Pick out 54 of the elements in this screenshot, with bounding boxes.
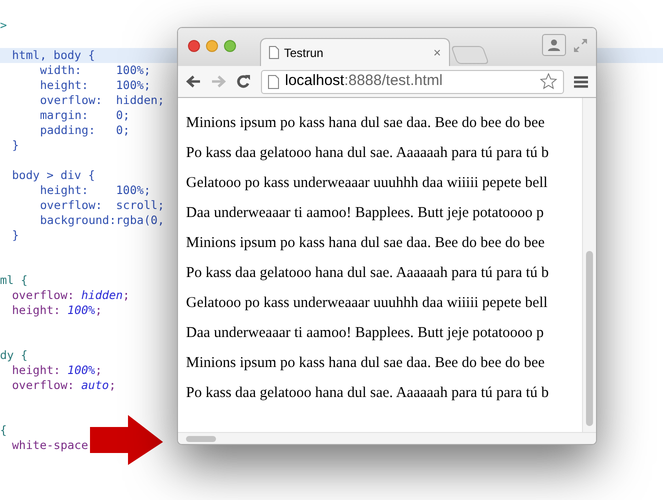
code-text: background:rgba(0,: [40, 213, 164, 228]
new-tab-button[interactable]: [450, 46, 490, 64]
code-text: overflow: hidden;: [40, 93, 164, 108]
code-text: padding: 0;: [40, 123, 130, 138]
code-text: margin: 0;: [40, 108, 130, 123]
address-bar[interactable]: localhost:8888/test.html: [261, 70, 564, 94]
code-text: height: 100%;: [40, 183, 151, 198]
page-icon: [269, 46, 279, 59]
reload-icon[interactable]: [236, 74, 251, 89]
code-text: >: [0, 18, 7, 33]
arrow-icon: [90, 415, 164, 466]
code-text: {: [0, 423, 7, 438]
code-text: width: 100%;: [40, 63, 151, 78]
code-text: ml {: [0, 273, 28, 288]
tab-title: Testrun: [284, 44, 324, 62]
paragraph: Daa underweaaar ti aamoo! Bapplees. Butt jeje potatoooo p: [186, 324, 544, 343]
code-text: height: 100%;: [40, 78, 151, 93]
code-text: overflow: auto;: [12, 378, 116, 393]
paragraph: Minions ipsum po kass hana dul sae daa. Bee do bee do bee: [186, 114, 545, 133]
code-text: html, body {: [11, 48, 96, 63]
horizontal-scrollbar[interactable]: [178, 432, 596, 444]
vertical-scrollbar[interactable]: [582, 98, 596, 432]
code-text: height: 100%;: [12, 363, 102, 378]
code-text: }: [11, 138, 19, 153]
code-text: white-space: [12, 438, 88, 453]
code-text: }: [11, 228, 19, 243]
scrollbar-thumb[interactable]: [586, 251, 593, 426]
code-text: height: 100%;: [12, 303, 102, 318]
page-icon: [268, 74, 279, 88]
paragraph: Minions ipsum po kass hana dul sae daa. Bee do bee do bee: [186, 354, 545, 373]
forward-arrow-icon[interactable]: [211, 75, 226, 88]
paragraph: Minions ipsum po kass hana dul sae daa. Bee do bee do bee: [186, 234, 545, 253]
menu-icon[interactable]: [574, 76, 588, 88]
zoom-window-button[interactable]: [224, 40, 236, 52]
paragraph: Gelatooo po kass underweaaar uuuhhh daa wiiiii pepete bell: [186, 294, 548, 313]
code-text: overflow: scroll;: [40, 198, 164, 213]
star-icon[interactable]: [540, 73, 557, 90]
paragraph: Daa underweaaar ti aamoo! Bapplees. Butt jeje potatoooo p: [186, 204, 544, 223]
code-text: overflow: hidden;: [12, 288, 130, 303]
code-text: body > div {: [11, 168, 96, 183]
paragraph: Gelatooo po kass underweaaar uuuhhh daa wiiiii pepete bell: [186, 174, 548, 193]
paragraph: Po kass daa gelatooo hana dul sae. Aaaaaah para tú para tú b: [186, 384, 549, 403]
back-arrow-icon[interactable]: [186, 75, 201, 88]
paragraph: Po kass daa gelatooo hana dul sae. Aaaaaah para tú para tú b: [186, 144, 549, 163]
code-text: dy {: [0, 348, 28, 363]
close-window-button[interactable]: [188, 40, 200, 52]
minimize-window-button[interactable]: [206, 40, 218, 52]
url-text: localhost:8888/test.html: [285, 71, 444, 92]
profile-button[interactable]: [542, 34, 566, 56]
fullscreen-icon[interactable]: [573, 38, 588, 53]
paragraph: Po kass daa gelatooo hana dul sae. Aaaaaah para tú para tú b: [186, 264, 549, 283]
browser-tab[interactable]: Testrun ×: [260, 38, 450, 66]
person-icon: [548, 39, 560, 51]
close-tab-icon[interactable]: ×: [433, 46, 441, 59]
